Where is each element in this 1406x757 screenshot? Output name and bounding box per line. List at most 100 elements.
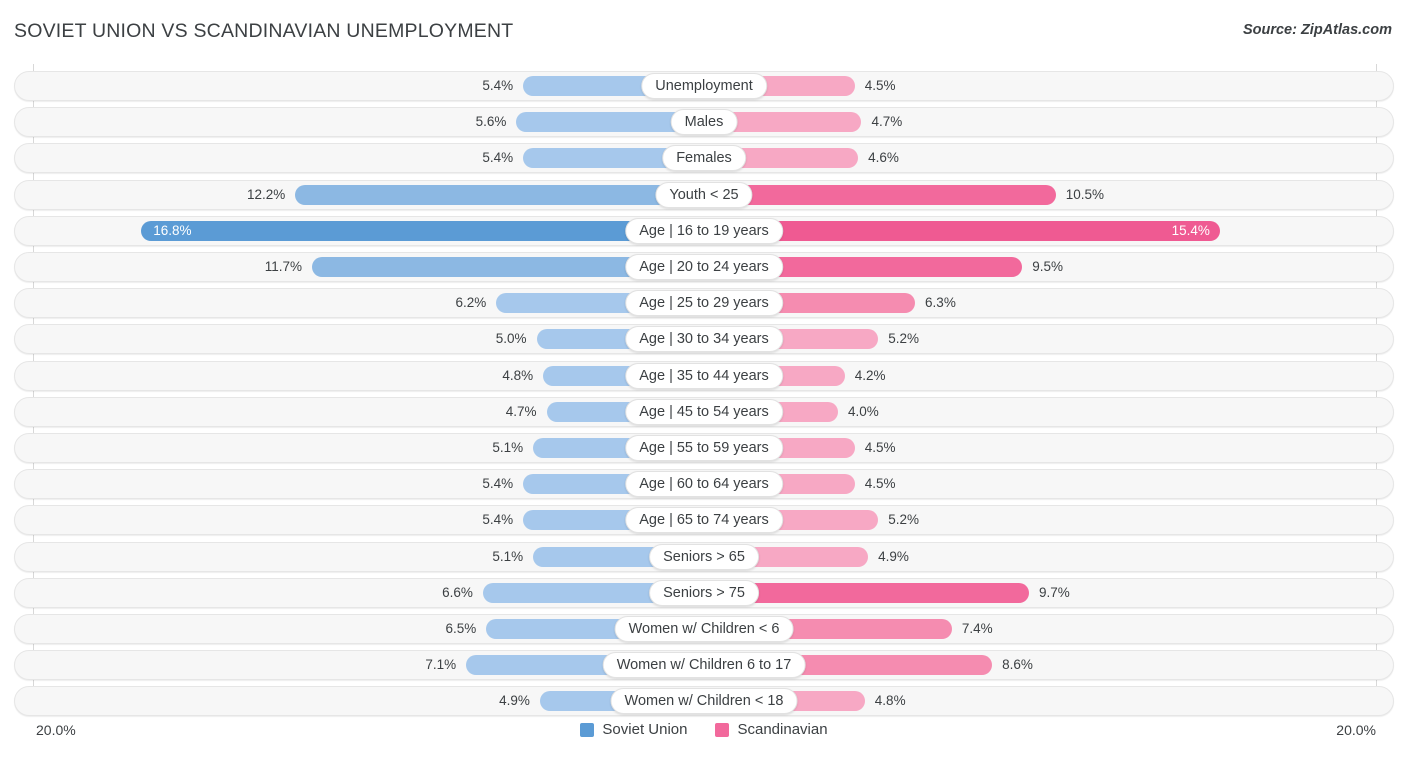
bar-value-scandinavian: 4.2% — [854, 367, 886, 383]
bar-value-soviet-union: 16.8% — [153, 222, 192, 238]
category-label: Males — [670, 109, 738, 136]
category-label: Women w/ Children < 6 — [614, 616, 794, 642]
bar-value-soviet-union: 5.1% — [492, 440, 524, 455]
legend-swatch-icon — [580, 722, 595, 737]
chart-row: 5.4% 5.2% Age | 65 to 74 years — [14, 505, 1395, 536]
bar-value-soviet-union: 6.6% — [442, 584, 473, 600]
chart-row-inner: 5.4% 4.5% Unemployment — [15, 72, 1395, 100]
bar-value-scandinavian: 4.7% — [871, 114, 903, 130]
chart-row: 11.7% 9.5% Age | 20 to 24 years — [14, 252, 1394, 282]
bar-value-soviet-union: 6.2% — [455, 295, 487, 311]
chart-row-inner: 6.6% 9.7% Seniors > 75 — [15, 579, 1395, 607]
chart-row: 4.9% 4.8% Women w/ Children < 18 — [14, 686, 1395, 717]
legend-swatch-icon — [715, 722, 730, 737]
category-label: Age | 55 to 59 years — [625, 435, 783, 461]
category-label: Age | 16 to 19 years — [625, 217, 783, 244]
chart-row-inner: 11.7% 9.5% Age | 20 to 24 years — [15, 253, 1395, 281]
diverging-bar-chart: 5.4% 4.5% Unemployment 5.6% 4.7% Males 5.4% 4.6… — [14, 64, 1395, 717]
chart-row: 6.5% 7.4% Women w/ Children < 6 — [14, 614, 1394, 644]
chart-footer: 20.0% Soviet Union Scandinavian 20.0% — [14, 718, 1394, 750]
bar-value-scandinavian: 6.3% — [925, 295, 956, 311]
category-label: Age | 65 to 74 years — [625, 507, 783, 534]
category-label: Age | 30 to 34 years — [625, 326, 783, 353]
bar-value-soviet-union: 5.1% — [492, 548, 524, 564]
category-label: Age | 60 to 64 years — [625, 471, 783, 498]
chart-row: 5.4% 4.5% Age | 60 to 64 years — [14, 469, 1395, 500]
chart-row-inner: 5.0% 5.2% Age | 30 to 34 years — [15, 325, 1395, 353]
chart-row-inner: 4.8% 4.2% Age | 35 to 44 years — [15, 362, 1395, 390]
category-label: Youth < 25 — [655, 181, 753, 208]
bar-value-scandinavian: 4.0% — [848, 403, 879, 419]
bar-value-soviet-union: 7.1% — [425, 657, 457, 673]
legend-item-soviet-union[interactable]: Soviet Union — [580, 721, 687, 738]
chart-row-inner: 5.1% 4.9% Seniors > 65 — [15, 543, 1395, 571]
chart-page: SOVIET UNION VS SCANDINAVIAN UNEMPLOYMEN… — [0, 0, 1406, 757]
bar-value-soviet-union: 5.0% — [495, 331, 527, 347]
bar-value-scandinavian: 4.8% — [874, 693, 906, 709]
category-label: Seniors > 75 — [649, 579, 759, 606]
legend-label: Scandinavian — [737, 721, 828, 738]
chart-row: 5.1% 4.5% Age | 55 to 59 years — [14, 433, 1394, 463]
chart-row-inner: 5.4% 4.6% Females — [15, 144, 1395, 172]
chart-row-inner: 4.9% 4.8% Women w/ Children < 18 — [15, 687, 1395, 715]
bar-value-soviet-union: 6.5% — [445, 621, 477, 636]
chart-row: 6.6% 9.7% Seniors > 75 — [14, 577, 1395, 608]
category-label: Age | 20 to 24 years — [625, 254, 783, 280]
chart-row: 5.4% 4.6% Females — [14, 143, 1395, 174]
bar-value-soviet-union: 5.4% — [482, 78, 514, 93]
bar-value-soviet-union: 4.7% — [505, 403, 537, 419]
bar-value-scandinavian: 9.5% — [1032, 259, 1064, 274]
chart-row: 7.1% 8.6% Women w/ Children 6 to 17 — [14, 650, 1395, 681]
bar-value-scandinavian: 8.6% — [1002, 657, 1033, 673]
bar-value-scandinavian: 7.4% — [961, 621, 993, 636]
bar-value-scandinavian: 4.5% — [864, 476, 896, 492]
bar-value-scandinavian: 9.7% — [1038, 584, 1070, 600]
bar-value-scandinavian: 10.5% — [1065, 186, 1105, 202]
category-label: Females — [662, 145, 746, 172]
chart-row: 6.2% 6.3% Age | 25 to 29 years — [14, 288, 1395, 319]
category-label: Age | 25 to 29 years — [625, 290, 783, 317]
bar-value-scandinavian: 5.2% — [888, 512, 919, 528]
chart-row: 5.4% 4.5% Unemployment — [14, 71, 1394, 101]
category-label: Women w/ Children < 18 — [610, 688, 798, 715]
legend-label: Soviet Union — [602, 721, 688, 738]
chart-row-inner: 5.6% 4.7% Males — [15, 108, 1395, 136]
chart-row-inner: 6.5% 7.4% Women w/ Children < 6 — [15, 615, 1395, 643]
bar-value-soviet-union: 12.2% — [247, 186, 286, 202]
bar-value-scandinavian: 4.5% — [864, 78, 896, 93]
chart-row-inner: 16.8% 15.4% Age | 16 to 19 years — [15, 217, 1395, 245]
chart-row: 4.8% 4.2% Age | 35 to 44 years — [14, 360, 1395, 391]
bar-value-scandinavian: 4.9% — [878, 548, 909, 564]
bar-value-scandinavian: 5.2% — [888, 331, 919, 347]
source-attribution: Source: ZipAtlas.com — [1242, 22, 1392, 38]
bar-value-soviet-union: 5.4% — [482, 476, 514, 492]
chart-row: 12.2% 10.5% Youth < 25 — [14, 179, 1395, 210]
bar-value-soviet-union: 5.4% — [482, 150, 514, 166]
chart-legend: Soviet Union Scandinavian — [14, 721, 1394, 738]
bar-value-soviet-union: 5.4% — [482, 512, 514, 528]
bar-value-soviet-union: 11.7% — [264, 259, 303, 274]
category-label: Women w/ Children 6 to 17 — [602, 652, 806, 679]
bar-soviet-union — [295, 184, 704, 205]
chart-row-inner: 5.1% 4.5% Age | 55 to 59 years — [15, 434, 1395, 462]
category-label: Age | 45 to 54 years — [625, 398, 783, 425]
legend-item-scandinavian[interactable]: Scandinavian — [715, 721, 828, 738]
category-label: Unemployment — [641, 73, 767, 99]
chart-row: 5.6% 4.7% Males — [14, 107, 1395, 138]
page-title: SOVIET UNION VS SCANDINAVIAN UNEMPLOYMEN… — [14, 20, 514, 42]
bar-value-soviet-union: 4.9% — [499, 693, 530, 709]
chart-row: 16.8% 15.4% Age | 16 to 19 years — [14, 215, 1395, 246]
bar-scandinavian — [704, 184, 1056, 205]
chart-row: 4.7% 4.0% Age | 45 to 54 years — [14, 396, 1394, 427]
chart-row: 5.1% 4.9% Seniors > 65 — [14, 541, 1395, 572]
bar-value-scandinavian: 4.5% — [864, 440, 896, 455]
chart-row: 5.0% 5.2% Age | 30 to 34 years — [14, 324, 1395, 355]
chart-row-inner: 12.2% 10.5% Youth < 25 — [15, 181, 1395, 209]
chart-row-inner: 7.1% 8.6% Women w/ Children 6 to 17 — [15, 651, 1395, 679]
chart-row-inner: 5.4% 4.5% Age | 60 to 64 years — [15, 470, 1395, 498]
bar-soviet-union — [141, 220, 704, 241]
chart-row-inner: 5.4% 5.2% Age | 65 to 74 years — [15, 506, 1395, 534]
bar-value-scandinavian: 15.4% — [1171, 222, 1210, 238]
chart-row-inner: 6.2% 6.3% Age | 25 to 29 years — [15, 289, 1395, 317]
bar-value-soviet-union: 5.6% — [475, 114, 507, 130]
